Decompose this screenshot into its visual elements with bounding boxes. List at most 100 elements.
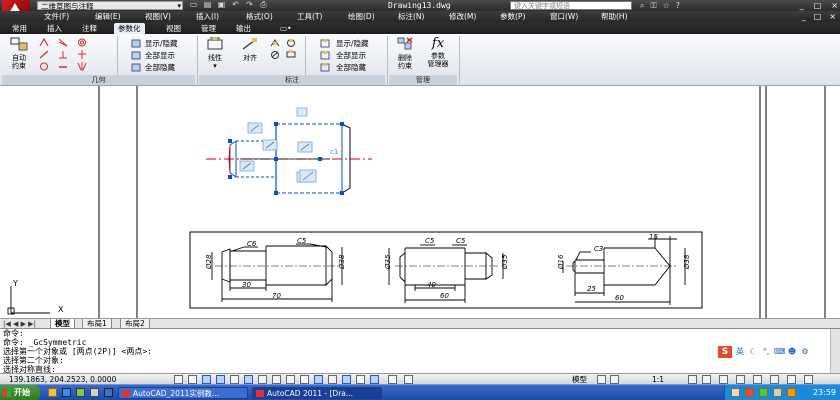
taskbar-item-tutorial[interactable]: AutoCAD_2011实例教... xyxy=(118,387,248,399)
lock-icon[interactable]: ⚿ xyxy=(650,0,656,11)
menu-view[interactable]: 视图(V) xyxy=(145,11,171,22)
plot-icon[interactable]: ⎙ xyxy=(258,0,269,10)
coincident-icon[interactable] xyxy=(39,38,49,47)
tab-parametric[interactable]: 参数化 xyxy=(114,23,145,34)
selection-cycling-toggle[interactable] xyxy=(356,375,365,384)
transparency-toggle[interactable] xyxy=(328,375,337,384)
binoculars-icon[interactable]: ⌕ xyxy=(640,0,644,11)
concentric-icon[interactable] xyxy=(39,62,49,71)
lock-ui-icon[interactable] xyxy=(736,375,745,384)
dim-hide-all-button[interactable]: 全部隐藏 xyxy=(336,63,366,72)
geo-show-all-button[interactable]: 全部显示 xyxy=(145,51,175,60)
ime-keyboard-icon[interactable]: ⌨ xyxy=(774,347,786,357)
annotation-monitor-toggle[interactable] xyxy=(370,375,379,384)
taskbar-item-autocad[interactable]: AutoCAD 2011 - [Dra... xyxy=(252,387,382,399)
geo-show-hide-button[interactable]: 显示/隐藏 xyxy=(145,39,178,48)
search-input[interactable]: 键入关键字或短语 xyxy=(510,1,632,10)
parametric-shaft[interactable]: c1 xyxy=(206,107,372,195)
diameter-dim-icon[interactable] xyxy=(270,50,280,59)
menu-parametric[interactable]: 参数(P) xyxy=(500,11,525,22)
maximize-button[interactable]: □ xyxy=(814,0,822,11)
star-icon[interactable]: ☆ xyxy=(663,0,670,11)
linear-dim-button[interactable]: 线性 ▾ xyxy=(201,37,229,70)
auto-scale-icon[interactable] xyxy=(702,375,711,384)
redo-icon[interactable]: ↷ xyxy=(244,0,255,10)
doc-restore-button[interactable]: □ xyxy=(814,11,822,22)
quick-view-drawings-icon[interactable] xyxy=(610,375,619,384)
new-file-icon[interactable]: ▭ xyxy=(188,0,199,10)
delete-constraints-button[interactable]: 删除 约束 xyxy=(391,37,419,70)
menu-draw[interactable]: 绘图(D) xyxy=(348,11,375,22)
ime-settings-icon[interactable]: ⚙ xyxy=(800,347,810,357)
quicklaunch-folder-icon[interactable] xyxy=(48,388,57,397)
radius-dim-icon[interactable] xyxy=(286,38,296,47)
parameters-manager-button[interactable]: fx 参数 管理器 xyxy=(421,37,455,69)
menu-tools[interactable]: 工具(T) xyxy=(297,11,322,22)
minimize-button[interactable]: _ xyxy=(800,0,804,11)
vertical-icon[interactable] xyxy=(77,50,87,59)
ime-user-icon[interactable]: ☻ xyxy=(787,347,797,357)
3d-osnap-toggle[interactable] xyxy=(258,375,267,384)
tab-output[interactable]: 输出 xyxy=(232,23,255,34)
status-menu-icon[interactable] xyxy=(787,375,796,384)
close-button[interactable]: × xyxy=(831,0,838,11)
hardware-accel-icon[interactable] xyxy=(753,375,762,384)
quicklaunch-ie-icon[interactable] xyxy=(62,388,71,397)
quicklaunch-media-icon[interactable] xyxy=(76,388,85,397)
drawing-canvas[interactable]: c1 C6 C5 Ø28 Ø38 30 70 C5 C5 Ø35 Ø35 40 … xyxy=(0,86,840,318)
geo-hide-all-button[interactable]: 全部隐藏 xyxy=(145,63,175,72)
perpendicular-icon[interactable] xyxy=(58,50,68,59)
grid-display-toggle[interactable] xyxy=(202,375,211,384)
collinear-icon[interactable] xyxy=(39,50,49,59)
dim-show-all-button[interactable]: 全部显示 xyxy=(336,51,366,60)
ime-language[interactable]: 英 xyxy=(735,347,745,357)
clean-screen-icon[interactable] xyxy=(804,375,813,384)
model-icon[interactable] xyxy=(388,375,397,384)
help-icon[interactable]: ? xyxy=(676,0,680,11)
tab-manage[interactable]: 管理 xyxy=(197,23,220,34)
tab-view[interactable]: 视图 xyxy=(162,23,185,34)
workspace-dropdown[interactable]: 二维草图与注释 ▾ xyxy=(37,1,183,11)
command-scrollbar[interactable] xyxy=(830,329,840,374)
menu-help[interactable]: 帮助(H) xyxy=(601,11,628,22)
quicklaunch-app-icon[interactable] xyxy=(104,388,113,397)
tray-network-icon[interactable] xyxy=(731,388,740,397)
auto-constrain-button[interactable]: 自动 约束 xyxy=(6,37,32,70)
horizontal-icon[interactable] xyxy=(58,62,68,71)
infer-constraints-toggle[interactable] xyxy=(174,375,183,384)
menu-format[interactable]: 格式(O) xyxy=(246,11,273,22)
geometry-panel-title[interactable]: 几何 xyxy=(2,75,195,85)
angular-dim-icon[interactable] xyxy=(270,38,280,47)
lineweight-toggle[interactable] xyxy=(314,375,323,384)
annotation-visibility-icon[interactable] xyxy=(688,375,697,384)
quick-view-layouts-icon[interactable] xyxy=(597,375,606,384)
command-window[interactable]: 命令: 命令: _GcSymmetric 选择第一个对象或 [两点(2P)] <… xyxy=(0,328,840,374)
ortho-mode-toggle[interactable] xyxy=(216,375,225,384)
symmetric-icon[interactable] xyxy=(77,62,87,71)
ime-moon-icon[interactable]: ☾ xyxy=(748,347,758,357)
tray-ime-icon[interactable] xyxy=(759,388,768,397)
doc-close-button[interactable]: × xyxy=(829,11,836,22)
tab-home[interactable]: 常用 xyxy=(8,23,31,34)
convert-dim-icon[interactable] xyxy=(286,50,296,59)
object-snap-toggle[interactable] xyxy=(244,375,253,384)
otrack-toggle[interactable] xyxy=(272,375,281,384)
tab-insert[interactable]: 插入 xyxy=(43,23,66,34)
menu-modify[interactable]: 修改(M) xyxy=(449,11,476,22)
parallel-icon[interactable] xyxy=(58,38,68,47)
dim-show-hide-button[interactable]: 显示/隐藏 xyxy=(336,39,369,48)
doc-minimize-button[interactable]: _ xyxy=(802,11,806,22)
undo-icon[interactable]: ↶ xyxy=(230,0,241,10)
ime-punct-icon[interactable]: °, xyxy=(761,347,771,357)
menu-file[interactable]: 文件(F) xyxy=(44,11,69,22)
isolate-objects-icon[interactable] xyxy=(770,375,779,384)
menu-insert[interactable]: 插入(I) xyxy=(196,11,219,22)
open-file-icon[interactable]: ▤ xyxy=(202,0,213,10)
menu-dimension[interactable]: 标注(N) xyxy=(398,11,424,22)
ducs-toggle[interactable] xyxy=(286,375,295,384)
manage-panel-title[interactable]: 管理 xyxy=(389,75,457,85)
save-icon[interactable]: ▣ xyxy=(216,0,227,10)
quick-properties-toggle[interactable] xyxy=(342,375,351,384)
snap-mode-toggle[interactable] xyxy=(188,375,197,384)
menu-window[interactable]: 窗口(W) xyxy=(550,11,578,22)
